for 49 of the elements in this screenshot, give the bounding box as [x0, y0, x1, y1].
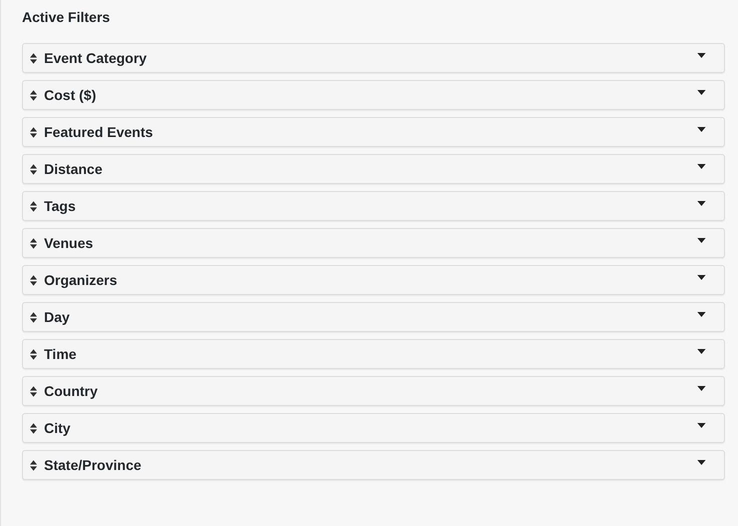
sort-handle-icon[interactable] — [30, 126, 37, 138]
caret-icon[interactable] — [697, 90, 706, 94]
sort-handle-icon[interactable] — [30, 90, 37, 100]
sort-handle-icon[interactable] — [30, 52, 37, 64]
caret-icon[interactable] — [697, 348, 706, 354]
sort-handle-icon[interactable] — [30, 348, 37, 360]
caret-icon[interactable] — [697, 238, 706, 242]
filter-label: Country — [44, 383, 99, 399]
caret-icon[interactable] — [697, 274, 706, 280]
filter-label: Venues — [44, 235, 94, 251]
filter-row[interactable]: Event Category — [22, 43, 725, 73]
filter-row[interactable]: Time — [22, 339, 725, 369]
caret-icon[interactable] — [697, 422, 706, 428]
filter-label: State/Province — [44, 457, 142, 473]
section-title: Active Filters — [22, 9, 111, 27]
caret-icon[interactable] — [697, 164, 706, 168]
filter-row[interactable]: Distance — [22, 154, 725, 184]
filter-row[interactable]: Day — [22, 302, 725, 332]
sort-handle-icon[interactable] — [30, 164, 37, 174]
sort-handle-icon[interactable] — [30, 460, 37, 470]
sort-handle-icon[interactable] — [30, 422, 37, 434]
sort-handle-icon[interactable] — [30, 386, 37, 396]
caret-icon[interactable] — [697, 200, 706, 206]
filter-label: Tags — [44, 198, 77, 214]
filter-label: Featured Events — [44, 124, 154, 140]
sort-handle-icon[interactable] — [30, 312, 37, 322]
filter-row[interactable]: Featured Events — [22, 117, 725, 147]
caret-icon[interactable] — [697, 386, 706, 390]
filter-label: Distance — [44, 161, 104, 177]
caret-icon[interactable] — [697, 52, 706, 58]
filter-row[interactable]: Tags — [22, 191, 725, 221]
filter-row[interactable]: City — [22, 413, 725, 443]
sort-handle-icon[interactable] — [30, 238, 37, 248]
caret-icon[interactable] — [697, 460, 706, 464]
filter-label: Day — [44, 309, 71, 325]
filter-row[interactable]: Cost ($) — [22, 80, 725, 110]
filter-label: City — [44, 420, 72, 436]
sort-handle-icon[interactable] — [30, 200, 37, 212]
sort-handle-icon[interactable] — [30, 274, 37, 286]
filter-label: Cost ($) — [44, 87, 98, 103]
caret-icon[interactable] — [697, 126, 706, 132]
caret-icon[interactable] — [697, 312, 706, 316]
filter-label: Event Category — [44, 50, 148, 66]
filter-row[interactable]: Venues — [22, 228, 725, 258]
filter-row[interactable]: Country — [22, 376, 725, 406]
filter-label: Organizers — [44, 272, 118, 288]
filter-label: Time — [44, 346, 78, 362]
filter-row[interactable]: Organizers — [22, 265, 725, 295]
filter-row[interactable]: State/Province — [22, 450, 725, 480]
